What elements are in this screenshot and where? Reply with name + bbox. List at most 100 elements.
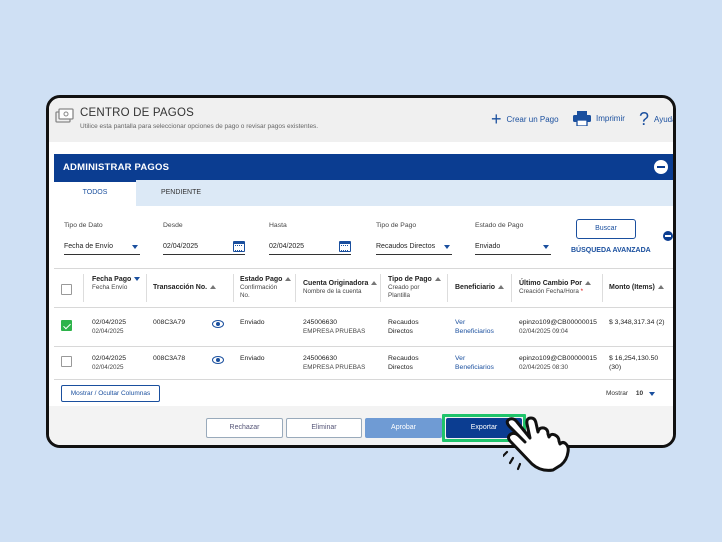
tipo-pago: Recaudos [388, 319, 419, 326]
fecha-pago: 02/04/2025 [92, 319, 127, 326]
reject-button[interactable]: Rechazar [206, 418, 283, 438]
cuenta-name: EMPRESA PRUEBAS [303, 328, 366, 335]
divider [233, 274, 234, 302]
fecha-envio: 02/04/2025 [92, 364, 124, 371]
estado-pago: Enviado [240, 355, 265, 362]
chevron-down-icon [543, 245, 549, 249]
filter-label-hasta: Hasta [269, 222, 287, 229]
col-estado-pago[interactable]: Estado Pago Confirmación No. [240, 276, 292, 300]
help-button[interactable]: ? Ayuda [639, 109, 676, 129]
eye-icon[interactable] [212, 320, 224, 328]
desde-date-input[interactable]: 02/04/2025 [163, 241, 245, 255]
col-title: Monto (Items) [609, 284, 655, 291]
eye-icon[interactable] [212, 356, 224, 364]
divider [54, 346, 673, 347]
select-all-checkbox[interactable] [61, 284, 72, 295]
page-size-label: Mostrar [606, 390, 629, 397]
ver-beneficiarios-link[interactable]: Ver [455, 354, 465, 363]
tipo-pago: Directos [388, 328, 413, 335]
section-title: ADMINISTRAR PAGOS [63, 162, 170, 173]
filter-label-tipo-dato: Tipo de Dato [64, 222, 103, 229]
col-title: Estado Pago [240, 276, 283, 283]
cuenta-number: 245006630 [303, 319, 338, 326]
col-title: Fecha Pago [92, 276, 132, 283]
sort-icon [498, 285, 505, 290]
sort-icon [210, 285, 217, 290]
app-window: CENTRO DE PAGOS Utilice esta pantalla pa… [46, 95, 676, 448]
create-payment-button[interactable]: + Crear un Pago [491, 110, 559, 128]
col-fecha-pago[interactable]: Fecha Pago Fecha Envío [92, 276, 141, 292]
fecha-pago: 02/04/2025 [92, 355, 127, 362]
divider [54, 268, 673, 269]
page-title: CENTRO DE PAGOS [80, 107, 194, 119]
help-label: Ayuda [654, 114, 676, 124]
row-checkbox[interactable] [61, 320, 72, 331]
tipo-pago-select[interactable]: Recaudos Directos [376, 241, 452, 255]
col-subtitle: Confirmación [240, 284, 278, 291]
col-transaccion[interactable]: Transacción No. [153, 284, 217, 292]
tipo-pago-value: Recaudos Directos [376, 243, 436, 250]
tipo-dato-select[interactable]: Fecha de Envío [64, 241, 140, 255]
tipo-pago: Directos [388, 364, 413, 371]
sort-icon [371, 281, 378, 286]
transaction-number: 008C3A79 [153, 319, 186, 326]
col-beneficiario[interactable]: Beneficiario [455, 284, 505, 292]
col-ultimo-cambio[interactable]: Último Cambio Por Creación Fecha/Hora * [519, 280, 592, 296]
delete-button[interactable]: Eliminar [286, 418, 362, 438]
question-icon: ? [639, 109, 650, 129]
page-header: CENTRO DE PAGOS Utilice esta pantalla pa… [49, 98, 673, 142]
fecha-envio: 02/04/2025 [92, 328, 124, 335]
toggle-columns-button[interactable]: Mostrar / Ocultar Columnas [61, 385, 160, 402]
col-title: Beneficiario [455, 284, 496, 291]
approve-button[interactable]: Aprobar [365, 418, 442, 438]
page-subtitle: Utilice esta pantalla para seleccionar o… [80, 123, 319, 130]
col-subtitle: Nombre de la cuenta [303, 288, 362, 295]
tipo-dato-value: Fecha de Envío [64, 243, 114, 250]
row-checkbox[interactable] [61, 356, 72, 367]
ver-beneficiarios-link[interactable]: Ver [455, 318, 465, 327]
transaction-number: 008C3A78 [153, 355, 186, 362]
collapse-filters-icon[interactable] [663, 231, 673, 241]
divider [146, 274, 147, 302]
search-button[interactable]: Buscar [576, 219, 636, 239]
sort-icon [434, 277, 441, 282]
divider [380, 274, 381, 302]
divider [54, 307, 673, 308]
col-title: Cuenta Originadora [303, 280, 369, 287]
print-button[interactable]: Imprimir [573, 111, 625, 126]
last-changed-by: epinzo109@CB00000015 [519, 355, 597, 362]
col-title: Tipo de Pago [388, 276, 432, 283]
cuenta-name: EMPRESA PRUEBAS [303, 364, 366, 371]
filter-label-desde: Desde [163, 222, 183, 229]
amount: $ 16,254,130.50 [609, 355, 659, 362]
divider [54, 379, 673, 380]
sort-icon [285, 277, 292, 282]
tab-pendiente[interactable]: PENDIENTE [136, 180, 226, 206]
col-subtitle: Creación Fecha/Hora * [519, 288, 584, 295]
estado-pago: Enviado [240, 319, 265, 326]
printer-icon [573, 111, 591, 126]
tab-bar: TODOS PENDIENTE [54, 180, 673, 206]
calendar-icon[interactable] [233, 241, 245, 252]
chevron-down-icon [132, 245, 138, 249]
filter-label-tipo-pago: Tipo de Pago [376, 222, 417, 229]
col-monto[interactable]: Monto (Items) [609, 284, 664, 292]
page-size-select[interactable]: Mostrar 10 [606, 390, 656, 397]
chevron-down-icon [649, 392, 656, 396]
ver-beneficiarios-link[interactable]: Beneficiarios [455, 363, 494, 372]
estado-pago-select[interactable]: Enviado [475, 241, 551, 255]
advanced-search-link[interactable]: BÚSQUEDA AVANZADA [571, 247, 651, 254]
calendar-icon[interactable] [339, 241, 351, 252]
divider [511, 274, 512, 302]
sort-icon [657, 285, 664, 290]
sort-desc-icon [134, 277, 141, 282]
col-tipo-pago[interactable]: Tipo de Pago Creado por Plantilla [388, 276, 441, 300]
collapse-icon[interactable] [654, 160, 668, 174]
col-title: Transacción No. [153, 284, 208, 291]
tab-todos[interactable]: TODOS [54, 180, 136, 206]
col-cuenta[interactable]: Cuenta Originadora Nombre de la cuenta [303, 280, 378, 296]
ver-beneficiarios-link[interactable]: Beneficiarios [455, 327, 494, 336]
hasta-value: 02/04/2025 [269, 243, 305, 250]
hasta-date-input[interactable]: 02/04/2025 [269, 241, 351, 255]
divider [447, 274, 448, 302]
